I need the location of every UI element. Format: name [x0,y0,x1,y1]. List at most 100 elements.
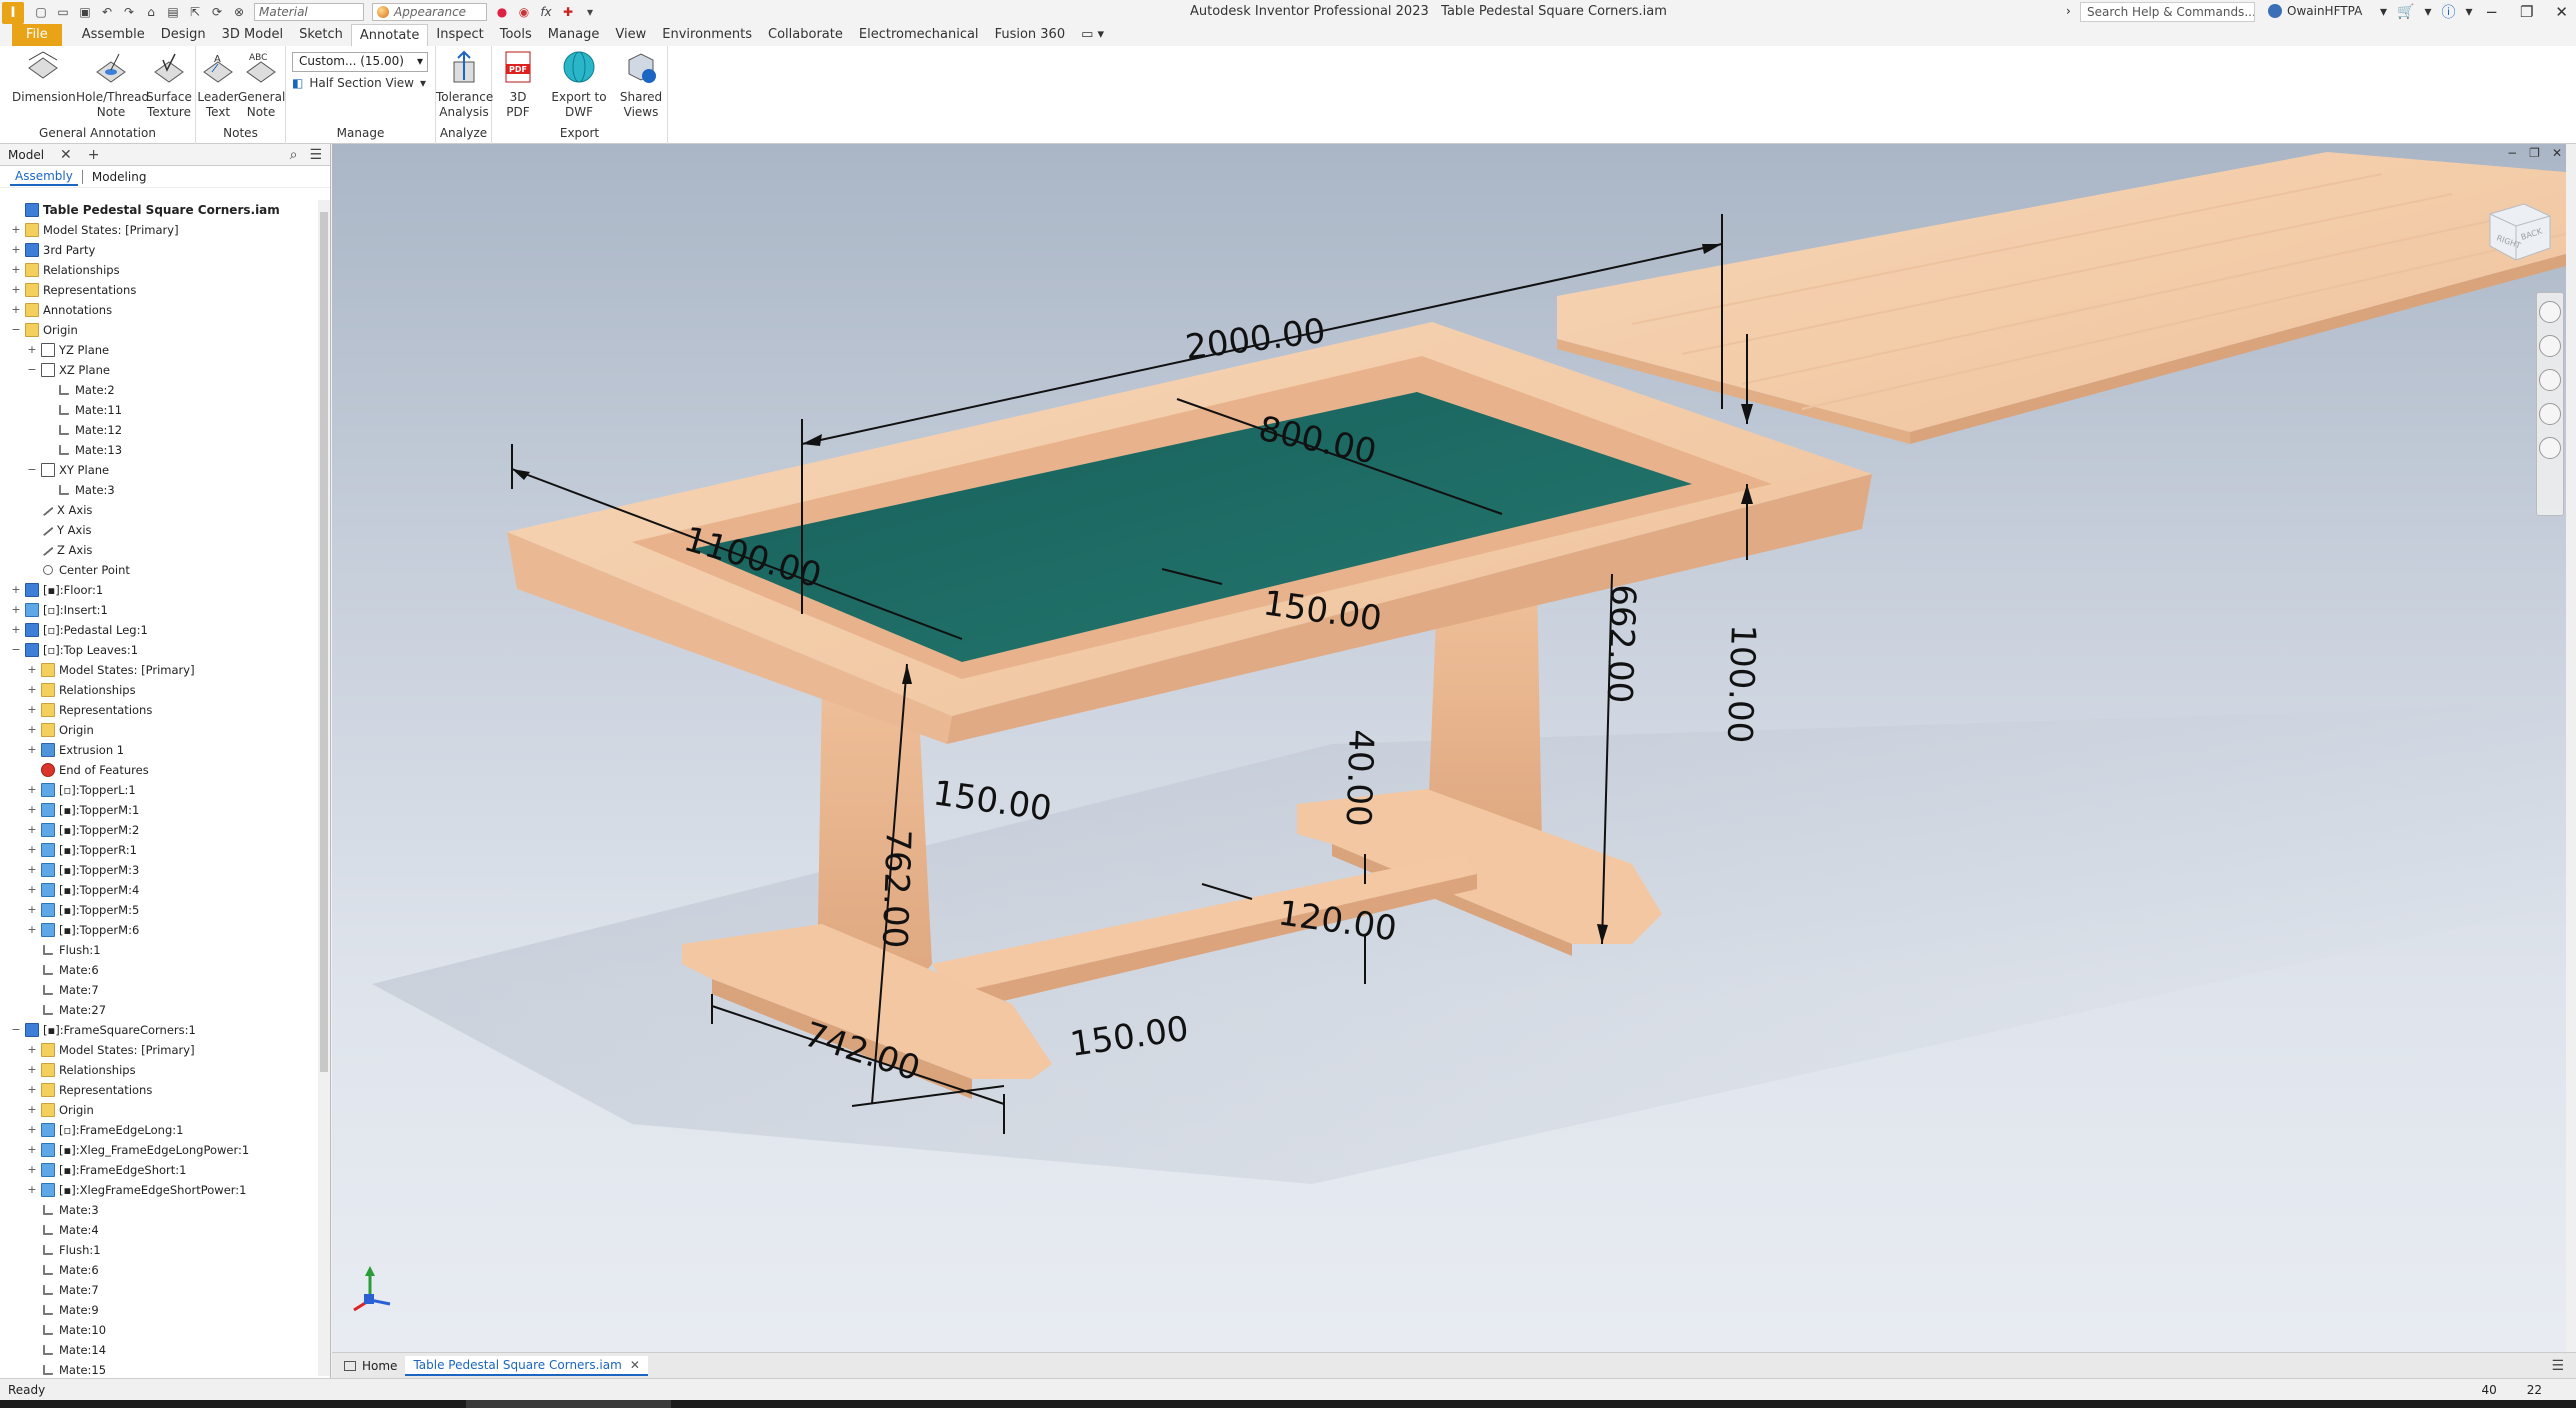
tree-node[interactable]: + Model States: [Primary] [0,660,318,680]
expand-icon[interactable]: + [26,744,38,756]
tree-node[interactable]: Z Axis [0,540,318,560]
tree-node[interactable]: + [▫]:Insert:1 [0,600,318,620]
appearance-adjust-icon[interactable]: ◉ [516,4,532,20]
viewport-close-icon[interactable]: ✕ [2552,146,2562,160]
tree-node[interactable]: + [▪]:TopperR:1 [0,840,318,860]
viewcube[interactable]: RIGHT BACK [2484,196,2554,266]
expand-icon[interactable]: + [10,624,22,636]
inventor-logo-icon[interactable]: I [2,1,24,24]
close-icon[interactable]: ✕ [630,1355,640,1375]
tree-node[interactable]: Mate:7 [0,980,318,1000]
tree-node[interactable]: + Representations [0,700,318,720]
tree-node[interactable]: Mate:12 [0,420,318,440]
tree-node[interactable]: + Origin [0,720,318,740]
expand-icon[interactable]: + [10,304,22,316]
tab-design[interactable]: Design [153,24,214,46]
tab-electromechanical[interactable]: Electromechanical [851,24,987,46]
tree-node[interactable]: + [▪]:Xleg_FrameEdgeLongPower:1 [0,1140,318,1160]
browser-tab-model[interactable]: Model [8,148,52,162]
tree-node[interactable]: − XY Plane [0,460,318,480]
tree-node[interactable]: + YZ Plane [0,340,318,360]
collapse-icon[interactable]: − [10,324,22,336]
top-leaf[interactable] [1557,152,2566,432]
general-note-button[interactable]: ABC General Note [238,50,285,120]
surface-texture-button[interactable]: Surface Texture [142,50,196,120]
expand-icon[interactable]: + [10,264,22,276]
zoom-icon[interactable] [2539,369,2561,391]
tree-node[interactable]: − Origin [0,320,318,340]
pan-icon[interactable] [2539,335,2561,357]
shared-views-button[interactable]: Shared Views [616,50,666,120]
dimension-100[interactable]: 100.00 [1719,624,1763,744]
project-icon[interactable]: ▤ [165,4,181,20]
add-icon[interactable]: ✚ [560,4,576,20]
expand-icon[interactable]: + [26,824,38,836]
tab-file[interactable]: File [12,24,62,46]
tab-assemble[interactable]: Assemble [74,24,153,46]
save-icon[interactable]: ▣ [77,4,93,20]
search-expand-icon[interactable]: › [2066,4,2071,18]
expand-icon[interactable]: + [26,684,38,696]
tree-node[interactable]: + [▪]:FrameEdgeShort:1 [0,1160,318,1180]
expand-icon[interactable]: + [26,904,38,916]
tree-node[interactable]: Mate:13 [0,440,318,460]
tree-node[interactable]: − [▫]:Top Leaves:1 [0,640,318,660]
tree-node[interactable]: Mate:2 [0,380,318,400]
expand-icon[interactable]: + [26,664,38,676]
tree-node[interactable]: Mate:3 [0,1200,318,1220]
expand-icon[interactable]: + [10,224,22,236]
expand-icon[interactable]: + [26,804,38,816]
parameters-fx-icon[interactable]: fx [538,4,554,20]
annotation-scale-combo[interactable]: Custom... (15.00) ▾ [292,52,428,72]
tree-node[interactable]: Mate:11 [0,400,318,420]
doc-tab-active[interactable]: Table Pedestal Square Corners.iam ✕ [405,1355,648,1376]
export-to-dwf-button[interactable]: Export to DWF [538,50,620,120]
browser-scrollbar[interactable] [318,200,330,1376]
subtab-assembly[interactable]: Assembly [10,168,78,186]
tree-node[interactable]: Mate:9 [0,1300,318,1320]
select-filter-icon[interactable]: ⇱ [187,4,203,20]
viewport-restore-icon[interactable]: ❐ [2529,146,2540,160]
redo-icon[interactable]: ↷ [121,4,137,20]
tree-node[interactable]: + [▪]:Floor:1 [0,580,318,600]
table-assembly-model[interactable]: 2000.00 800.00 1100.00 150.00 662.00 100… [332,144,2566,1352]
tree-node[interactable]: + Relationships [0,680,318,700]
tab-environments[interactable]: Environments [654,24,760,46]
open-file-icon[interactable]: ▭ [55,4,71,20]
expand-icon[interactable]: + [26,1084,38,1096]
3d-pdf-button[interactable]: PDF 3D PDF [496,50,540,120]
close-icon[interactable]: ✕ [2555,0,2568,24]
tree-node[interactable]: + [▪]:TopperM:4 [0,880,318,900]
expand-icon[interactable]: + [10,604,22,616]
dimension-button[interactable]: Dimension [12,50,76,105]
tree-node[interactable]: + Model States: [Primary] [0,220,318,240]
tab-tools[interactable]: Tools [492,24,540,46]
home-icon[interactable]: ⌂ [143,4,159,20]
cart-icon[interactable]: 🛒 [2397,4,2414,20]
tree-node[interactable]: Mate:3 [0,480,318,500]
tree-node[interactable]: Center Point [0,560,318,580]
steering-wheel-icon[interactable] [2539,301,2561,323]
ribbon-options-icon[interactable]: ▭ ▾ [1073,24,1112,46]
tree-node[interactable]: + Representations [0,280,318,300]
appearance-combo[interactable]: Appearance [372,3,487,21]
tree-node[interactable]: + Annotations [0,300,318,320]
maximize-icon[interactable]: ❐ [2520,0,2533,24]
tab-fusion-360[interactable]: Fusion 360 [987,24,1074,46]
close-icon[interactable]: ✕ [60,147,72,163]
user-dropdown-icon[interactable]: ▾ [2380,4,2387,20]
new-file-icon[interactable]: ▢ [33,4,49,20]
help-dropdown-icon[interactable]: ▾ [2466,4,2473,20]
subtab-modeling[interactable]: Modeling [87,169,152,185]
tree-node[interactable]: + [▫]:FrameEdgeLong:1 [0,1120,318,1140]
expand-icon[interactable]: + [26,1124,38,1136]
expand-icon[interactable]: + [26,344,38,356]
tab-view[interactable]: View [607,24,654,46]
tree-node[interactable]: + [▪]:TopperM:1 [0,800,318,820]
tab-sketch[interactable]: Sketch [291,24,351,46]
tree-node[interactable]: +3rd Party [0,240,318,260]
tree-node[interactable]: Mate:4 [0,1220,318,1240]
dimension-662[interactable]: 662.00 [1599,584,1643,704]
tree-node[interactable]: + Model States: [Primary] [0,1040,318,1060]
doc-tab-home[interactable]: Home [336,1356,405,1376]
